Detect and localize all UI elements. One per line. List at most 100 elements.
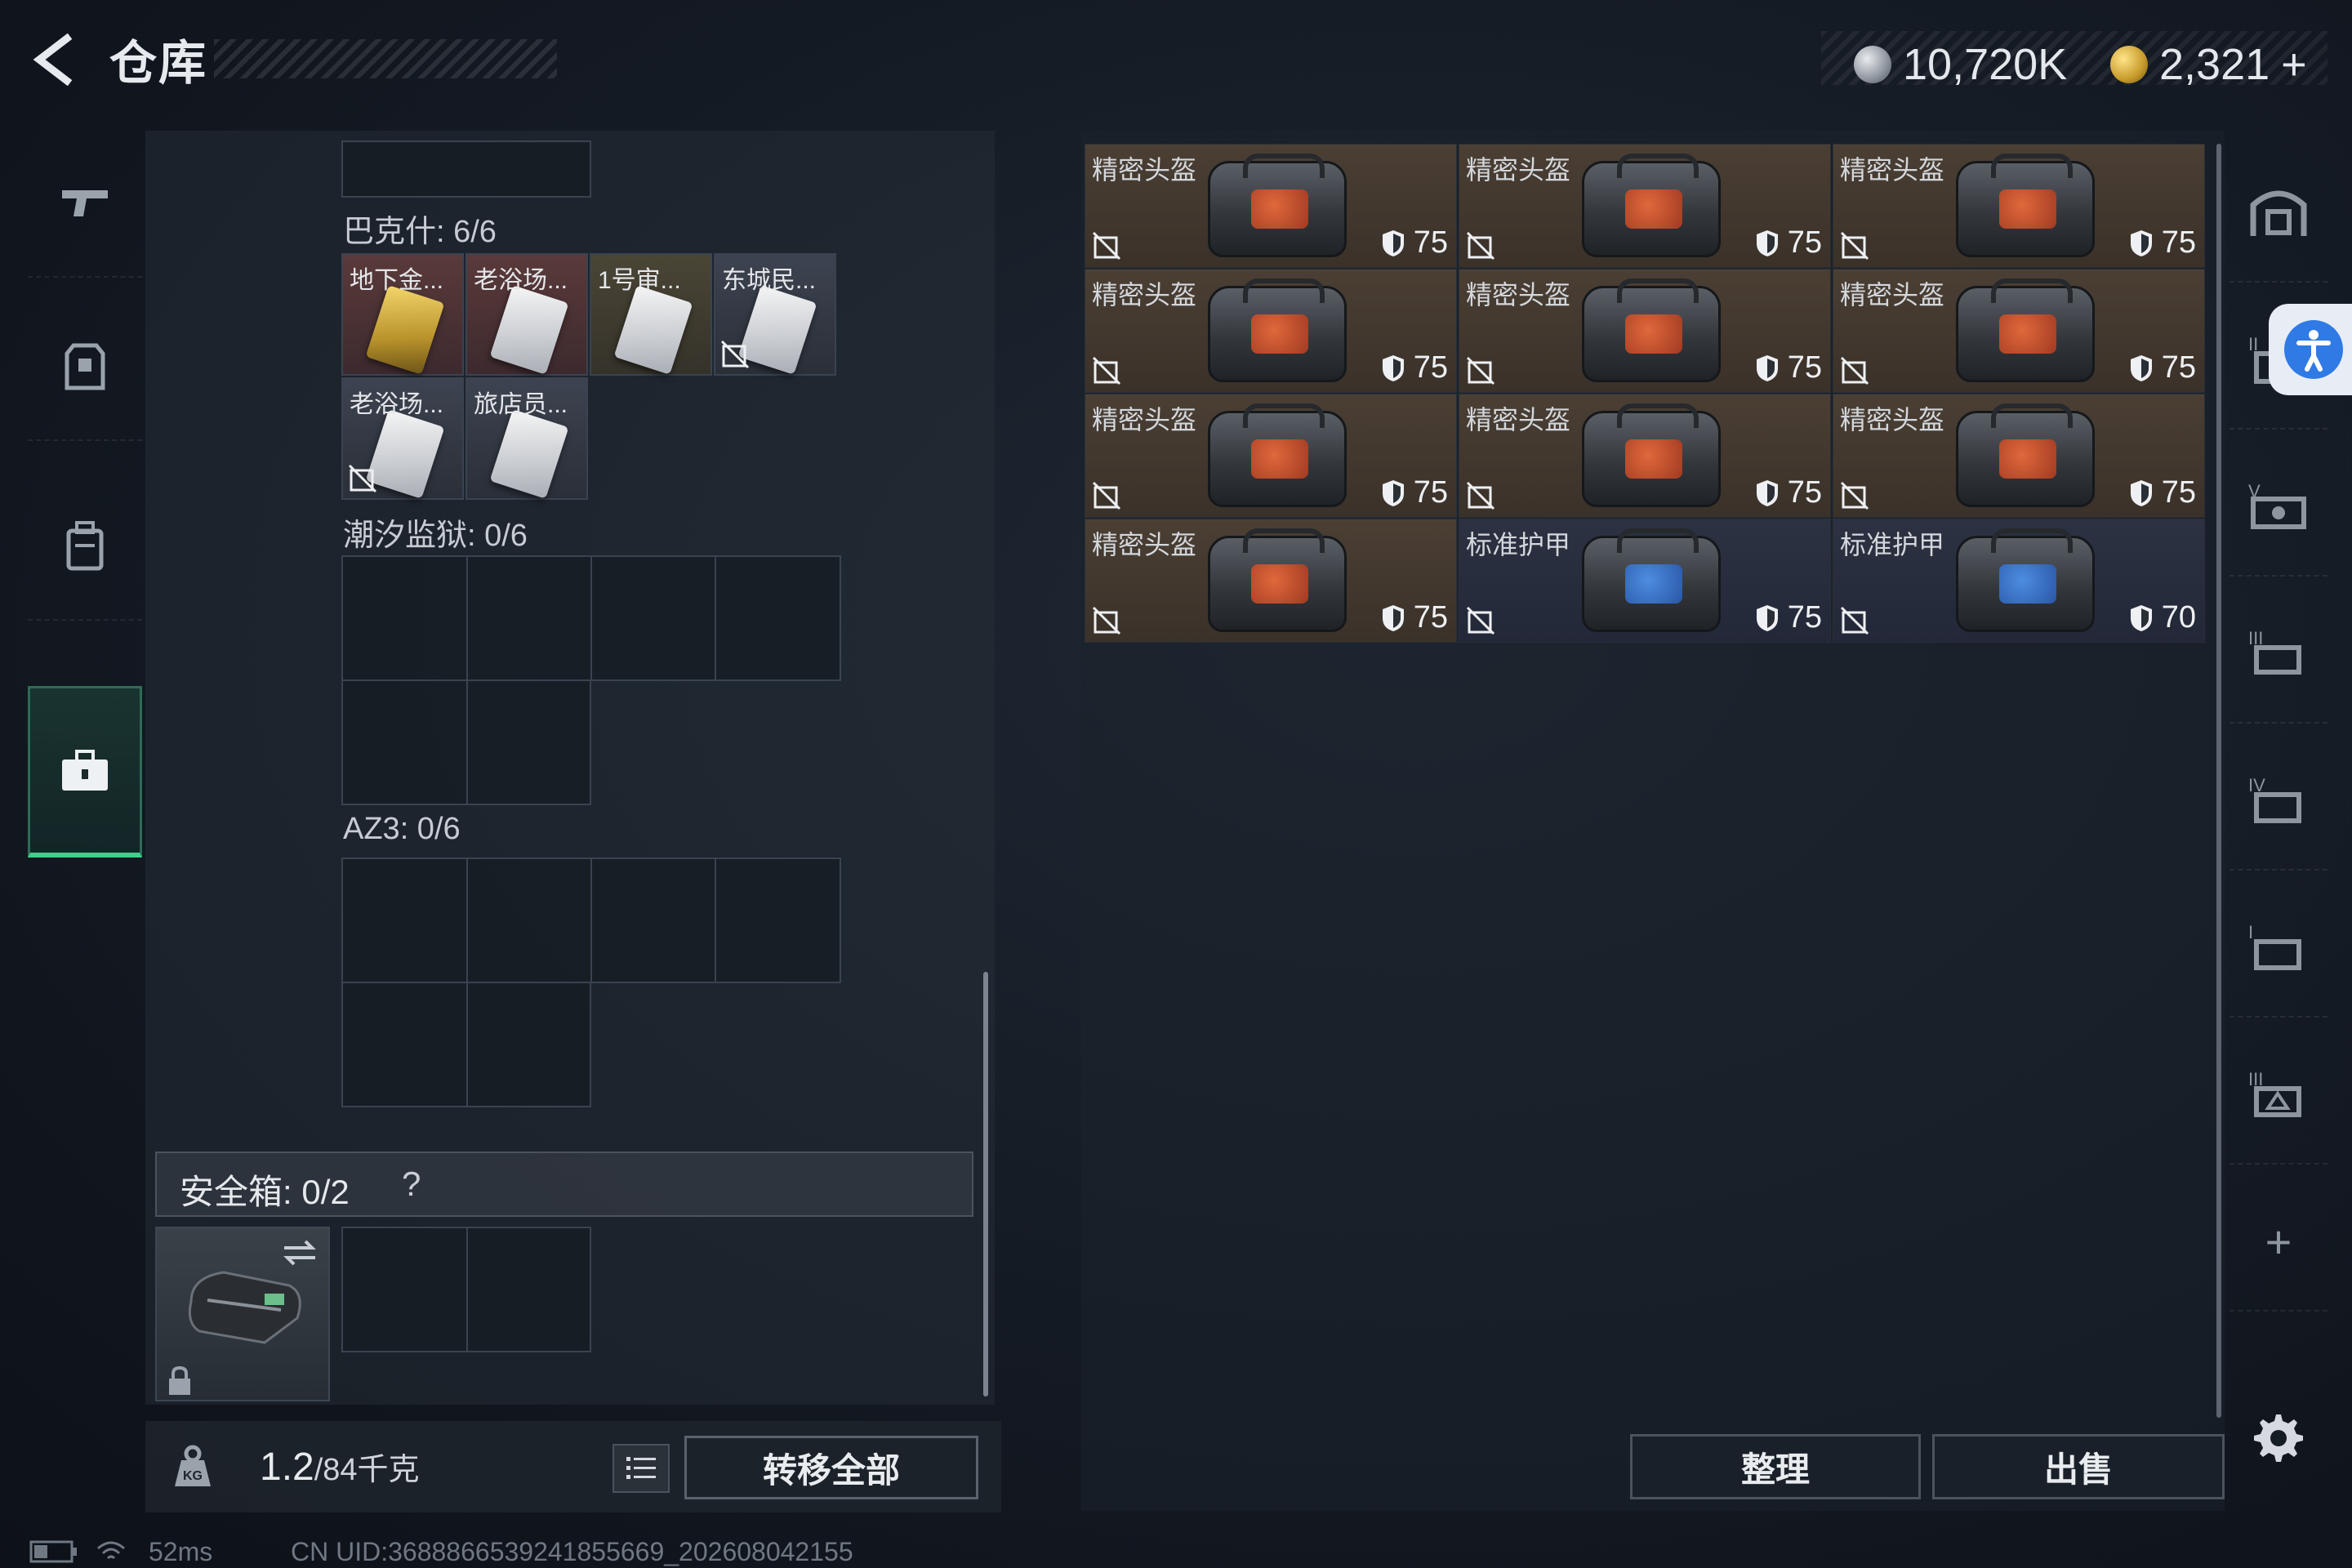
no-bind-icon <box>1092 356 1121 385</box>
nav-backpack[interactable] <box>28 474 142 621</box>
weight-current: 1.2 <box>260 1446 314 1489</box>
inventory-item[interactable]: 精密头盔 75 <box>1833 144 2205 268</box>
transfer-all-button[interactable]: 转移全部 <box>684 1436 978 1499</box>
inventory-item[interactable]: 精密头盔 75 <box>1085 144 1457 268</box>
no-bind-icon <box>1840 356 1869 385</box>
keycard-slot[interactable]: 老浴场... <box>466 253 588 376</box>
keycard-label: 东城民... <box>722 267 817 294</box>
container-slot-group[interactable] <box>341 555 841 681</box>
inventory-item[interactable]: 精密头盔 75 <box>1085 269 1457 393</box>
helmet-bag-icon <box>1208 403 1347 507</box>
shield-icon <box>2130 229 2152 256</box>
weight-readout: 1.2/84千克 <box>260 1444 420 1490</box>
sort-button[interactable]: 整理 <box>1630 1434 1921 1499</box>
inventory-grid: 精密头盔 75 精密头盔 75 精密头盔 75 精密头盔 75 精密头盔 75 精密头盔 75 精密头盔… <box>1085 144 2205 644</box>
durability-value: 75 <box>1787 350 1822 385</box>
shield-icon <box>2130 479 2152 506</box>
keycard-icon <box>489 409 569 499</box>
page-title: 仓库 <box>109 37 208 90</box>
item-name: 精密头盔 <box>1840 405 1945 434</box>
inventory-item[interactable]: 标准护甲 75 <box>1459 519 1831 643</box>
inventory-item[interactable]: 精密头盔 75 <box>1085 394 1457 518</box>
durability-readout: 75 <box>1755 600 1822 635</box>
no-bind-icon <box>1092 606 1121 635</box>
durability-readout: 75 <box>2129 225 2196 261</box>
category-nav <box>28 131 142 874</box>
list-icon <box>626 1457 656 1479</box>
left-scrollbar[interactable] <box>983 972 988 1396</box>
helmet-bag-icon <box>1956 154 2095 257</box>
inventory-item[interactable]: 精密头盔 75 <box>1085 519 1457 643</box>
storage-tab-1[interactable]: I <box>2230 879 2328 1018</box>
footer-bar: KG 1.2/84千克 转移全部 <box>145 1421 1001 1512</box>
storage-tab-3[interactable]: III <box>2230 585 2328 724</box>
storage-tab-home[interactable] <box>2230 144 2328 283</box>
container-slot-group[interactable] <box>341 679 591 805</box>
tier5-icon: V <box>2248 481 2306 529</box>
list-view-button[interactable] <box>612 1444 670 1493</box>
briefcase-icon <box>62 749 108 791</box>
swap-icon[interactable] <box>279 1236 320 1269</box>
inventory-item[interactable]: 精密头盔 75 <box>1833 394 2205 518</box>
status-bar: 52ms CN UID:3688866539241855669_20260804… <box>29 1535 1173 1568</box>
keycard-slot[interactable]: 地下金... <box>341 253 464 376</box>
storage-tab-5[interactable]: V <box>2230 438 2328 577</box>
durability-value: 75 <box>2161 350 2196 385</box>
keycard-slot[interactable]: 老浴场... <box>341 377 464 500</box>
inventory-item[interactable]: 标准护甲 70 <box>1833 519 2205 643</box>
tier4-icon: IV <box>2248 775 2301 823</box>
keycard-slot[interactable]: 旅店员... <box>466 377 588 500</box>
accessibility-button[interactable] <box>2269 304 2352 395</box>
user-uid: CN UID:3688866539241855669_202608042155 <box>291 1537 853 1566</box>
durability-value: 75 <box>1787 225 1822 260</box>
armor-rig-icon <box>1956 528 2095 632</box>
keycard-slot[interactable]: 1号审... <box>590 253 712 376</box>
nav-weapons[interactable] <box>28 131 142 278</box>
durability-readout: 75 <box>1381 475 1448 510</box>
durability-readout: 75 <box>1381 225 1448 261</box>
durability-readout: 75 <box>2129 350 2196 385</box>
add-currency-button[interactable]: + <box>2281 39 2307 90</box>
settings-gear-icon[interactable] <box>2247 1410 2305 1467</box>
safe-box-header: 安全箱: 0/2 ? <box>155 1152 973 1217</box>
durability-value: 75 <box>2161 225 2196 260</box>
top-bar: 仓库 10,720K 2,321 + <box>0 0 2352 122</box>
keycard-icon <box>737 285 817 375</box>
storage-tab-3b[interactable]: III <box>2230 1026 2328 1165</box>
container-slot-group[interactable] <box>341 858 841 983</box>
keycard-label: 旅店员... <box>474 391 568 418</box>
safe-box-case-icon <box>188 1271 301 1344</box>
shield-icon <box>1382 479 1404 506</box>
section-label-bakesh: 巴克什: 6/6 <box>343 215 497 249</box>
inventory-item[interactable]: 精密头盔 75 <box>1459 144 1831 268</box>
safe-box-slot[interactable] <box>341 1227 591 1352</box>
gold-amount: 2,321 <box>2159 40 2270 89</box>
accessibility-icon <box>2284 320 2343 379</box>
durability-value: 75 <box>1413 475 1448 510</box>
tier3b-icon: III <box>2248 1069 2301 1117</box>
back-button[interactable] <box>24 29 90 90</box>
storage-tab-4[interactable]: IV <box>2230 732 2328 871</box>
item-name: 精密头盔 <box>1840 155 1945 185</box>
inventory-item[interactable]: 精密头盔 75 <box>1459 269 1831 393</box>
shield-icon <box>1756 479 1778 506</box>
helmet-bag-icon <box>1582 403 1721 507</box>
container-slot-partial[interactable] <box>341 140 591 198</box>
container-slot-group[interactable] <box>341 982 591 1107</box>
shield-icon <box>1382 229 1404 256</box>
add-storage-tab-button[interactable]: + <box>2230 1173 2328 1312</box>
durability-value: 75 <box>1413 600 1448 635</box>
item-name: 标准护甲 <box>1466 530 1571 559</box>
safe-box-help-button[interactable]: ? <box>402 1165 421 1204</box>
helmet-bag-icon <box>1208 528 1347 632</box>
sell-button[interactable]: 出售 <box>1932 1434 2225 1499</box>
keycard-slot[interactable]: 东城民... <box>714 253 836 376</box>
item-name: 精密头盔 <box>1466 280 1571 310</box>
nav-toolbox[interactable] <box>28 686 142 858</box>
inventory-item[interactable]: 精密头盔 75 <box>1833 269 2205 393</box>
tier1-icon: I <box>2248 922 2301 970</box>
nav-armor[interactable] <box>28 294 142 441</box>
right-scrollbar[interactable] <box>2216 144 2221 1418</box>
inventory-item[interactable]: 精密头盔 75 <box>1459 394 1831 518</box>
safe-box-item[interactable] <box>155 1227 330 1401</box>
